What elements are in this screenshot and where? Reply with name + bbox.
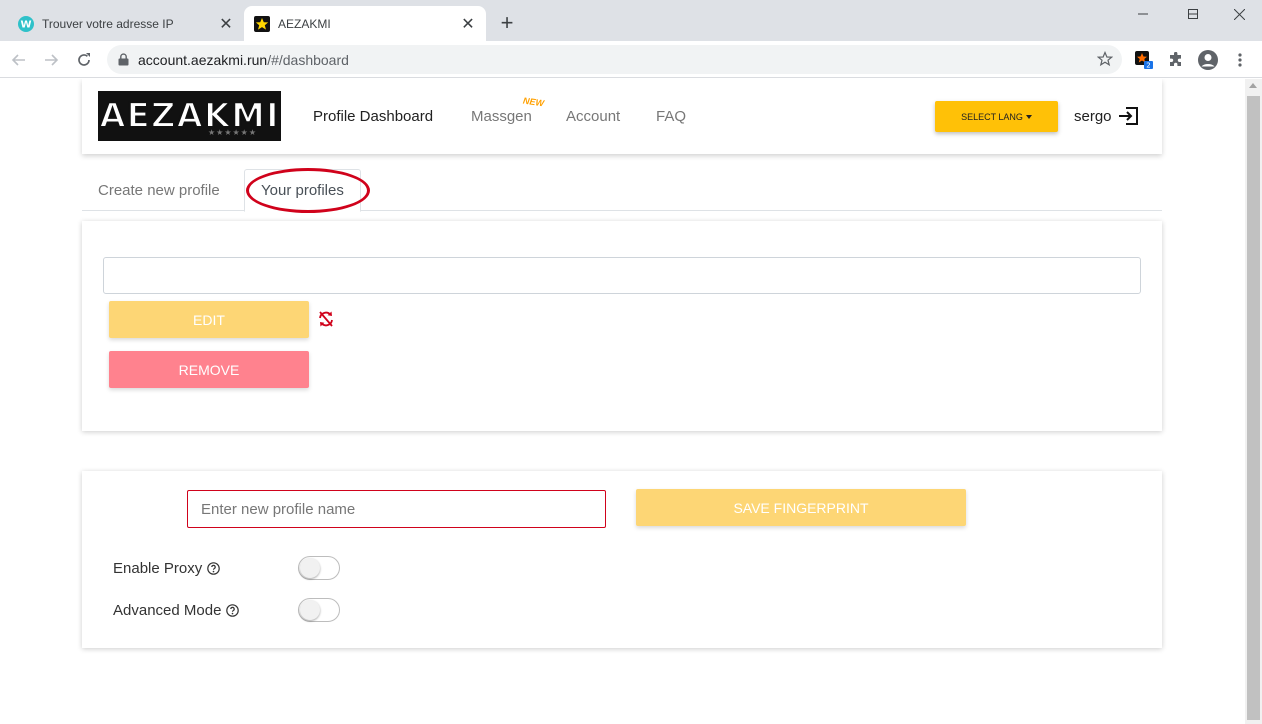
new-profile-card: SAVE FINGERPRINT Enable Proxy Advanced M… — [82, 471, 1162, 648]
nav-account[interactable]: Account — [566, 108, 620, 125]
remove-button[interactable]: REMOVE — [109, 351, 309, 388]
toggle-knob — [300, 600, 320, 620]
logout-icon[interactable] — [1118, 106, 1140, 131]
aezakmi-logo[interactable]: AEZAKMI ★★★★★★ — [98, 91, 281, 141]
advanced-mode-label: Advanced Mode — [113, 602, 222, 619]
browser-tab-bar: W Trouver votre adresse IP ✕ AEZAKMI ✕ + — [0, 0, 1262, 41]
browser-toolbar: account.aezakmi.run/#/dashboard 2 — [0, 41, 1262, 78]
highlight-circle — [246, 168, 370, 213]
advanced-mode-row: Advanced Mode — [113, 602, 240, 619]
select-lang-button[interactable]: SELECT LANG — [935, 101, 1058, 132]
extension-badge: 2 — [1146, 62, 1150, 70]
page-scrollbar[interactable] — [1245, 79, 1262, 724]
question-circle-icon[interactable] — [207, 562, 221, 575]
minimize-icon[interactable] — [1120, 4, 1166, 24]
save-fingerprint-button[interactable]: SAVE FINGERPRINT — [636, 489, 966, 526]
puzzle-extensions-icon[interactable] — [1165, 49, 1187, 71]
tab-title: Trouver votre adresse IP — [42, 16, 174, 31]
star-favicon-icon — [254, 15, 270, 32]
nav-massgen[interactable]: Massgen — [471, 108, 532, 125]
username: sergo — [1074, 108, 1112, 125]
window-close-icon[interactable] — [1216, 4, 1262, 24]
advanced-mode-toggle[interactable] — [298, 598, 340, 622]
reload-icon[interactable] — [73, 49, 95, 71]
scrollbar-thumb[interactable] — [1247, 96, 1260, 720]
nav-profile-dashboard[interactable]: Profile Dashboard — [313, 108, 433, 125]
sync-disabled-icon[interactable] — [317, 310, 335, 333]
close-icon[interactable]: ✕ — [458, 14, 478, 34]
lock-icon — [118, 53, 129, 66]
scroll-up-arrow-icon[interactable] — [1249, 83, 1257, 88]
caret-down-icon — [1025, 114, 1032, 119]
close-icon[interactable]: ✕ — [216, 14, 236, 34]
back-arrow-icon[interactable] — [8, 49, 30, 71]
new-tab-icon[interactable]: + — [496, 12, 518, 34]
page-viewport: AEZAKMI ★★★★★★ Profile Dashboard Massgen… — [0, 79, 1245, 724]
enable-proxy-label: Enable Proxy — [113, 560, 203, 577]
enable-proxy-row: Enable Proxy — [113, 560, 221, 577]
browser-tab-aezakmi[interactable]: AEZAKMI ✕ — [244, 6, 486, 41]
profile-select[interactable] — [103, 257, 1141, 294]
enable-proxy-toggle[interactable] — [298, 556, 340, 580]
w-logo-icon: W — [18, 15, 34, 32]
browser-tab-ip[interactable]: W Trouver votre adresse IP ✕ — [8, 6, 244, 41]
profile-tabs: Create new profile Your profiles — [82, 169, 1162, 212]
profile-name-input[interactable] — [187, 490, 606, 528]
profiles-card: EDIT REMOVE — [82, 221, 1162, 431]
tab-title: AEZAKMI — [278, 16, 331, 31]
site-navbar: AEZAKMI ★★★★★★ Profile Dashboard Massgen… — [82, 79, 1162, 154]
url-path: /#/dashboard — [267, 51, 349, 68]
forward-arrow-icon[interactable] — [40, 49, 62, 71]
nav-faq[interactable]: FAQ — [656, 108, 686, 125]
browser-menu-icon[interactable] — [1229, 49, 1251, 71]
extension-aezakmi-icon[interactable]: 2 — [1133, 49, 1155, 71]
edit-button[interactable]: EDIT — [109, 301, 309, 338]
url-host: account.aezakmi.run — [138, 51, 268, 68]
new-badge: NEW — [522, 95, 545, 109]
select-lang-label: SELECT LANG — [961, 111, 1023, 122]
question-circle-icon[interactable] — [226, 604, 240, 617]
address-bar[interactable]: account.aezakmi.run/#/dashboard — [107, 45, 1122, 74]
svg-text:W: W — [20, 19, 31, 30]
toggle-knob — [300, 558, 320, 578]
maximize-icon[interactable] — [1170, 4, 1216, 24]
bookmark-star-icon[interactable] — [1096, 50, 1114, 72]
logo-stars: ★★★★★★ — [207, 128, 257, 137]
account-avatar-icon[interactable] — [1197, 49, 1219, 71]
tab-create-new-profile[interactable]: Create new profile — [82, 169, 236, 211]
